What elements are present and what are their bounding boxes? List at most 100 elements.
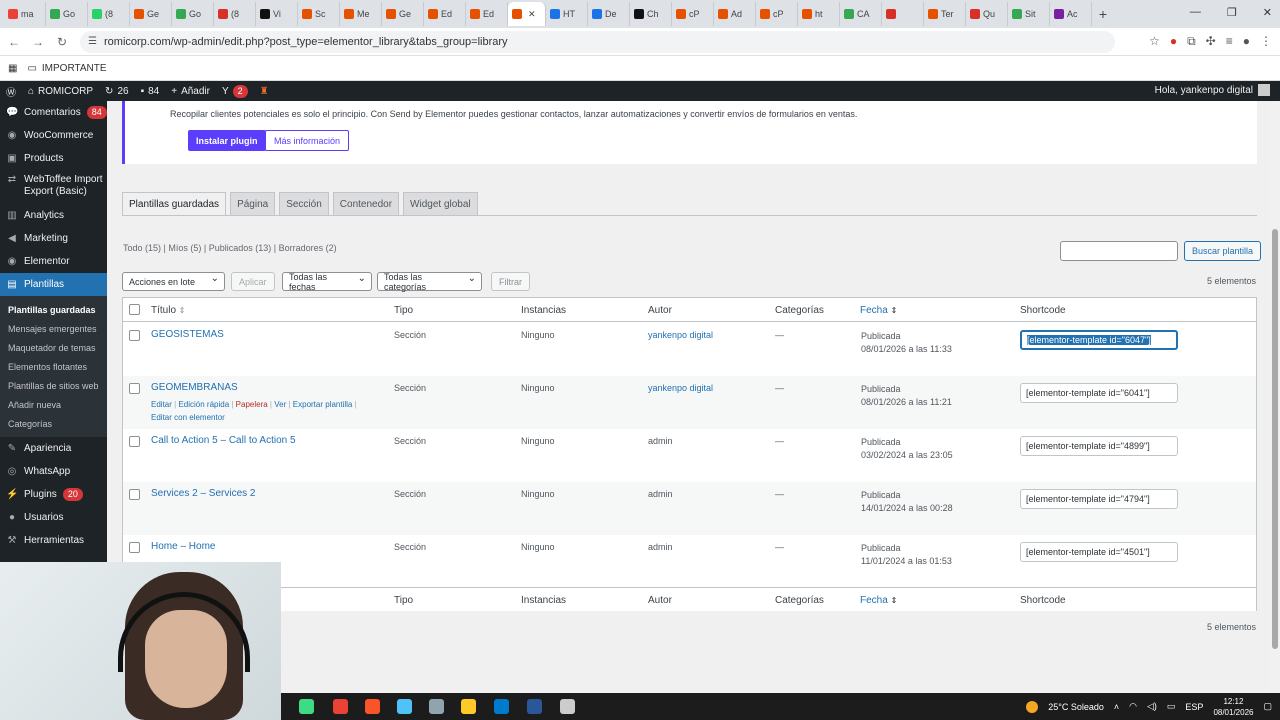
tab-widget-global[interactable]: Widget global [403,192,478,216]
row-checkbox[interactable] [129,489,140,500]
clock[interactable]: 12:12 08/01/2026 [1213,696,1253,718]
bookmark-folder-importante[interactable]: ▭ IMPORTANTE [27,63,106,74]
view-link[interactable]: Ver [274,400,286,409]
edit-link[interactable]: Editar [151,400,172,409]
browser-tab[interactable]: (8 [214,2,256,26]
author-cell[interactable]: admin [648,489,673,499]
woo-bell-icon[interactable]: ♜ [254,86,275,97]
template-title-link[interactable]: Services 2 – Services 2 [151,488,256,499]
bookmark-star-icon[interactable]: ☆ [1149,34,1160,49]
browser-tab[interactable]: Ch [630,2,672,26]
puzzle-icon[interactable]: ✣ [1206,34,1216,49]
browser-tab[interactable]: Ge [130,2,172,26]
chevron-up-icon[interactable]: ˄ [1114,702,1119,712]
submenu-item[interactable]: Categorías [0,414,107,433]
sidebar-item[interactable]: 💬 Comentarios 84 [0,101,107,124]
column-fecha[interactable]: Fecha ⇕ [860,305,897,316]
footer-fecha[interactable]: Fecha ⇕ [860,595,897,606]
account-menu[interactable]: Hola, yankenpo digital [1155,84,1270,96]
close-icon[interactable]: ✕ [1263,6,1272,19]
updates-link[interactable]: ↻ 26 [99,86,135,97]
site-info-icon[interactable]: ☰ [88,36,97,47]
browser-tab[interactable]: ✕ [508,2,546,26]
browser-tab[interactable]: Ter [924,2,966,26]
row-checkbox[interactable] [129,542,140,553]
folder-icon[interactable] [461,699,476,714]
browser-tab[interactable]: Sc [298,2,340,26]
minimize-icon[interactable]: — [1190,6,1201,19]
submenu-item[interactable]: Maquetador de temas [0,338,107,357]
yoast-link[interactable]: Y 2 [216,84,254,98]
profile-icon[interactable]: ● [1243,34,1250,49]
browser-tab[interactable]: Sit [1008,2,1050,26]
quick-edit-link[interactable]: Edición rápida [178,400,229,409]
media-icon[interactable]: ≡ [1226,34,1233,49]
sidebar-item[interactable]: ◀ Marketing [0,227,107,250]
row-checkbox[interactable] [129,436,140,447]
author-cell[interactable]: yankenpo digital [648,330,713,340]
notification-icon[interactable]: ▢ [1263,701,1272,712]
tab-seccion[interactable]: Sección [279,192,329,216]
shortcode-field[interactable]: [elementor-template id="4794"] [1020,489,1178,509]
category-filter-select[interactable]: Todas las categorías [377,272,482,292]
browser-tab[interactable]: Vi [256,2,298,26]
browser-tab[interactable]: ht [798,2,840,26]
browser-tab[interactable]: Ac [1050,2,1092,26]
submenu-item[interactable]: Elementos flotantes [0,357,107,376]
browser-tab[interactable]: Me [340,2,382,26]
extension-icon[interactable]: ● [1170,34,1177,49]
date-filter-select[interactable]: Todas las fechas [282,272,372,292]
battery-icon[interactable]: ▭ [1167,701,1176,712]
page-scrollbar[interactable] [1270,101,1280,693]
tab-contenedor[interactable]: Contenedor [332,192,400,216]
chrome-icon[interactable] [333,699,348,714]
submenu-item[interactable]: Añadir nueva [0,395,107,414]
submenu-item[interactable]: Plantillas guardadas [0,300,107,319]
trash-link[interactable]: Papelera [236,400,268,409]
volume-icon[interactable]: ◁) [1147,701,1157,712]
shortcode-field[interactable]: [elementor-template id="4899"] [1020,436,1178,456]
browser-tab[interactable]: Go [172,2,214,26]
author-cell[interactable]: admin [648,542,673,552]
browser-tab[interactable]: De [588,2,630,26]
sidebar-item[interactable]: ▤ Plantillas [0,273,107,296]
install-plugin-button[interactable]: Instalar plugin [188,130,266,151]
browser-tab[interactable]: cP [756,2,798,26]
shortcode-field[interactable]: [elementor-template id="6041"] [1020,383,1178,403]
more-info-button[interactable]: Más información [265,130,350,151]
browser-tab[interactable]: Ed [466,2,508,26]
wifi-icon[interactable]: ◠ [1129,701,1137,712]
row-checkbox[interactable] [129,383,140,394]
browser-tab[interactable]: CA [840,2,882,26]
sidebar-item[interactable]: ⚒ Herramientas [0,529,107,552]
browser-tab[interactable]: Qu [966,2,1008,26]
apply-button[interactable]: Aplicar [231,272,275,291]
new-tab-icon[interactable]: + [1092,6,1114,22]
template-title-link[interactable]: Call to Action 5 – Call to Action 5 [151,435,296,446]
browser-tab[interactable] [882,2,924,26]
submenu-item[interactable]: Plantillas de sitios web [0,376,107,395]
restore-icon[interactable]: ❐ [1227,6,1237,19]
column-title[interactable]: Título ⇕ [151,305,186,316]
browser-tab[interactable]: Ge [382,2,424,26]
template-title-link[interactable]: GEOSISTEMAS [151,329,224,340]
filter-button[interactable]: Filtrar [491,272,530,291]
search-input[interactable] [1060,241,1178,261]
files-icon[interactable] [397,699,412,714]
language-indicator[interactable]: ESP [1185,702,1203,712]
browser-tab[interactable]: ma [4,2,46,26]
edit-with-elementor-link[interactable]: Editar con elementor [151,413,225,422]
tab-plantillas-guardadas[interactable]: Plantillas guardadas [122,192,227,216]
word-icon[interactable] [527,699,542,714]
submenu-item[interactable]: Mensajes emergentes [0,319,107,338]
close-tab-icon[interactable]: ✕ [528,9,536,20]
search-templates-button[interactable]: Buscar plantilla [1184,241,1262,261]
translate-icon[interactable]: ⧉ [1187,34,1196,49]
wordpress-logo-icon[interactable]: Ⓦ [0,84,22,99]
android-studio-icon[interactable] [299,699,314,714]
select-all-checkbox[interactable] [129,304,140,315]
url-field[interactable]: ☰ romicorp.com/wp-admin/edit.php?post_ty… [80,31,1115,53]
template-title-link[interactable]: GEOMEMBRANAS [151,382,238,393]
sidebar-item[interactable]: ⚡ Plugins 20 [0,483,107,506]
sidebar-item[interactable]: ● Usuarios [0,506,107,529]
